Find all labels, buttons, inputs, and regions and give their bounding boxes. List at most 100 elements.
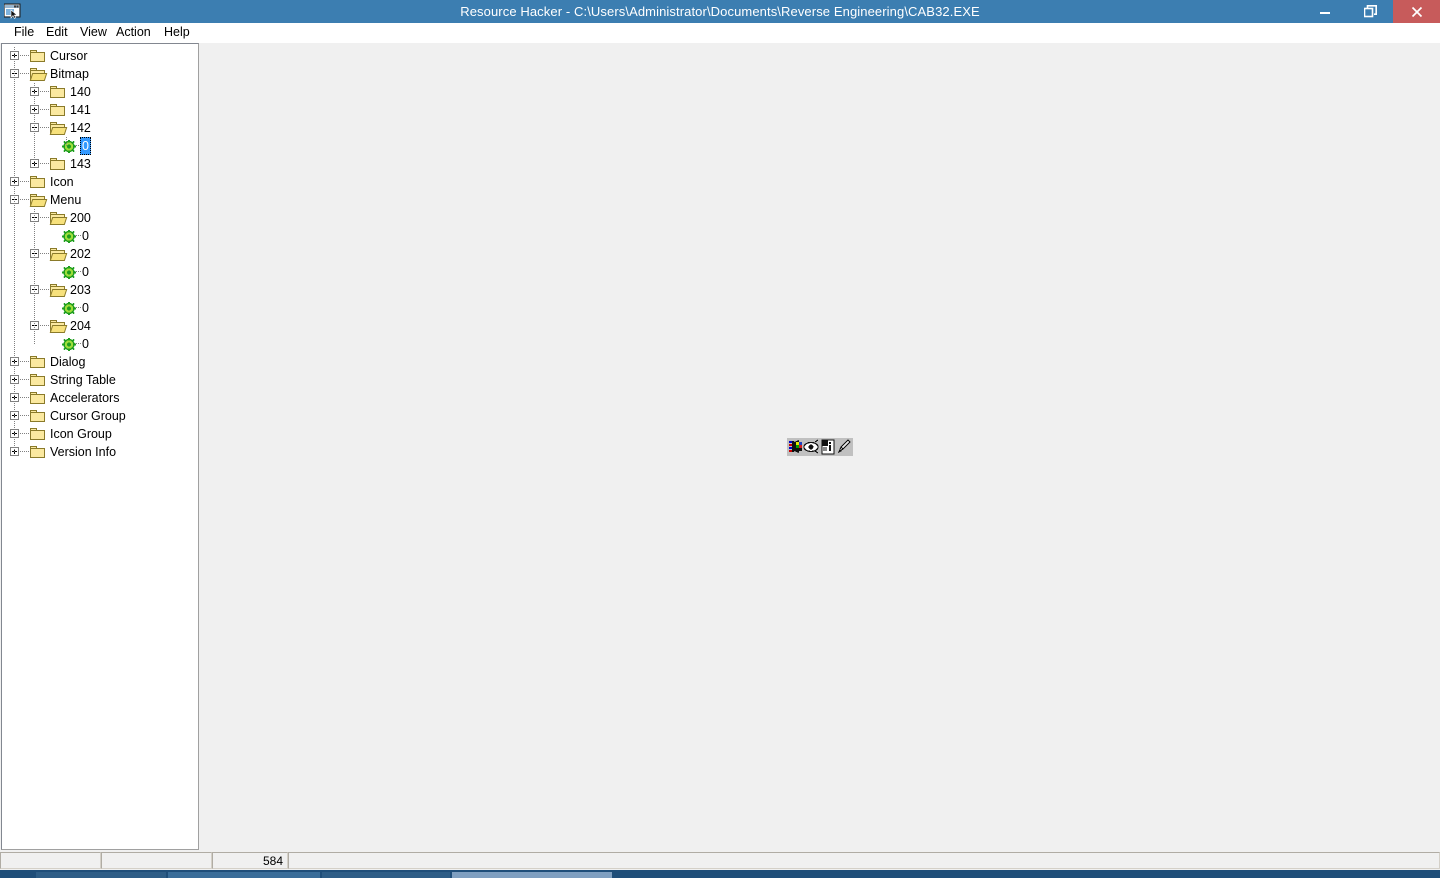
tree-node[interactable]: 200 bbox=[2, 209, 198, 227]
windows-taskbar bbox=[0, 870, 1440, 878]
tree-connector-line bbox=[20, 433, 29, 435]
tree-node-label[interactable]: Menu bbox=[48, 191, 83, 209]
tree-node-label[interactable]: 0 bbox=[80, 299, 91, 317]
tree-node[interactable]: 142 bbox=[2, 119, 198, 137]
close-button[interactable] bbox=[1393, 0, 1440, 23]
gear-icon bbox=[62, 266, 76, 279]
tree-node-label[interactable]: 0 bbox=[80, 263, 91, 281]
folder-open-icon bbox=[49, 320, 68, 333]
tree-connector-line bbox=[20, 55, 29, 57]
folder-open-icon bbox=[49, 248, 68, 261]
tree-trunk-line bbox=[34, 83, 36, 164]
tree-node[interactable]: 0 bbox=[2, 299, 198, 317]
tree-node[interactable]: Dialog bbox=[2, 353, 198, 371]
restore-icon bbox=[1364, 4, 1377, 17]
resource-hacker-window: Resource Hacker - C:\Users\Administrator… bbox=[0, 0, 1440, 878]
tree-node[interactable]: Cursor Group bbox=[2, 407, 198, 425]
taskbar-button-4[interactable] bbox=[452, 872, 612, 878]
tree-trunk-line bbox=[66, 137, 68, 146]
gear-icon bbox=[62, 230, 76, 243]
folder-closed-icon bbox=[50, 158, 66, 171]
tree-node-label[interactable]: Icon Group bbox=[48, 425, 114, 443]
tree-node-label[interactable]: 142 bbox=[68, 119, 93, 137]
restore-button[interactable] bbox=[1348, 0, 1394, 23]
close-icon bbox=[1411, 6, 1422, 17]
taskbar-button-3[interactable] bbox=[322, 872, 450, 878]
tree-node[interactable]: Bitmap bbox=[2, 65, 198, 83]
tree-connector-line bbox=[40, 127, 49, 129]
tree-node[interactable]: 203 bbox=[2, 281, 198, 299]
folder-closed-icon bbox=[30, 374, 46, 387]
tree-node-label[interactable]: Cursor Group bbox=[48, 407, 128, 425]
menu-file[interactable]: File bbox=[8, 23, 40, 42]
folder-open-icon bbox=[49, 122, 68, 135]
menu-edit[interactable]: Edit bbox=[40, 23, 74, 42]
tree-node-label[interactable]: 200 bbox=[68, 209, 93, 227]
tree-node-label[interactable]: 0 bbox=[80, 227, 91, 245]
tree-node[interactable]: 204 bbox=[2, 317, 198, 335]
tree-node-label[interactable]: Bitmap bbox=[48, 65, 91, 83]
tree-connector-line bbox=[40, 91, 49, 93]
tree-connector-line bbox=[40, 325, 49, 327]
menu-help[interactable]: Help bbox=[158, 23, 196, 42]
tree-node-label[interactable]: Icon bbox=[48, 173, 76, 191]
menu-bar: File Edit View Action Help bbox=[0, 23, 1440, 43]
taskbar-button-1[interactable] bbox=[36, 872, 166, 878]
tree-node-label[interactable]: Dialog bbox=[48, 353, 87, 371]
tree-node[interactable]: Cursor bbox=[2, 47, 198, 65]
tree-node-label[interactable]: String Table bbox=[48, 371, 118, 389]
tree-connector-line bbox=[20, 379, 29, 381]
tree-node[interactable]: Accelerators bbox=[2, 389, 198, 407]
tree-node[interactable]: Icon bbox=[2, 173, 198, 191]
folder-open-icon bbox=[49, 212, 68, 225]
tree-node-label-selected[interactable]: 0 bbox=[80, 137, 91, 155]
folder-closed-icon bbox=[30, 428, 46, 441]
tree-connector-line bbox=[40, 163, 49, 165]
tree-node-label[interactable]: Cursor bbox=[48, 47, 90, 65]
tree-connector-line bbox=[20, 361, 29, 363]
tree-node[interactable]: Menu bbox=[2, 191, 198, 209]
tree-node-label[interactable]: 203 bbox=[68, 281, 93, 299]
taskbar-button-2[interactable] bbox=[168, 872, 320, 878]
tree-node[interactable]: Version Info bbox=[2, 443, 198, 461]
menu-view[interactable]: View bbox=[74, 23, 113, 42]
tree-node-label[interactable]: 0 bbox=[80, 335, 91, 353]
folder-closed-icon bbox=[30, 410, 46, 423]
tree-connector-line bbox=[20, 199, 29, 201]
tree-node[interactable]: 0 bbox=[2, 335, 198, 353]
tree-connector-line bbox=[40, 289, 49, 291]
folder-open-icon bbox=[29, 68, 48, 81]
tree-node-label[interactable]: 204 bbox=[68, 317, 93, 335]
minimize-icon bbox=[1320, 11, 1330, 14]
folder-closed-icon bbox=[30, 392, 46, 405]
status-bar: 584 bbox=[0, 851, 1440, 870]
tree-node-label[interactable]: 141 bbox=[68, 101, 93, 119]
tree-node-label[interactable]: 140 bbox=[68, 83, 93, 101]
tree-node[interactable]: 0 bbox=[2, 227, 198, 245]
tree-node[interactable]: 141 bbox=[2, 101, 198, 119]
tree-node[interactable]: Icon Group bbox=[2, 425, 198, 443]
resource-tree-panel[interactable]: Cursor Bitmap 140 141 142 0 143 Icon Menu 200 0 202… bbox=[1, 43, 199, 850]
tree-node[interactable]: String Table bbox=[2, 371, 198, 389]
folder-closed-icon bbox=[30, 50, 46, 63]
tree-connector-line bbox=[40, 253, 49, 255]
tree-node-label[interactable]: Version Info bbox=[48, 443, 118, 461]
tree-node-label[interactable]: 202 bbox=[68, 245, 93, 263]
tree-node-label[interactable]: 143 bbox=[68, 155, 93, 173]
tree-node[interactable]: 140 bbox=[2, 83, 198, 101]
tree-node[interactable]: 0 bbox=[2, 263, 198, 281]
tree-node-label[interactable]: Accelerators bbox=[48, 389, 121, 407]
status-panel-size: 584 bbox=[212, 852, 288, 869]
tree-connector-line bbox=[20, 451, 29, 453]
folder-open-icon bbox=[49, 284, 68, 297]
menu-action[interactable]: Action bbox=[110, 23, 157, 42]
tree-connector-line bbox=[20, 73, 29, 75]
minimize-button[interactable] bbox=[1302, 0, 1348, 23]
gear-icon bbox=[62, 338, 76, 351]
tree-node[interactable]: 143 bbox=[2, 155, 198, 173]
gear-icon bbox=[62, 302, 76, 315]
window-title: Resource Hacker - C:\Users\Administrator… bbox=[460, 4, 980, 19]
tree-node[interactable]: 202 bbox=[2, 245, 198, 263]
status-panel-4 bbox=[288, 852, 1440, 869]
tree-node[interactable]: 0 bbox=[2, 137, 198, 155]
